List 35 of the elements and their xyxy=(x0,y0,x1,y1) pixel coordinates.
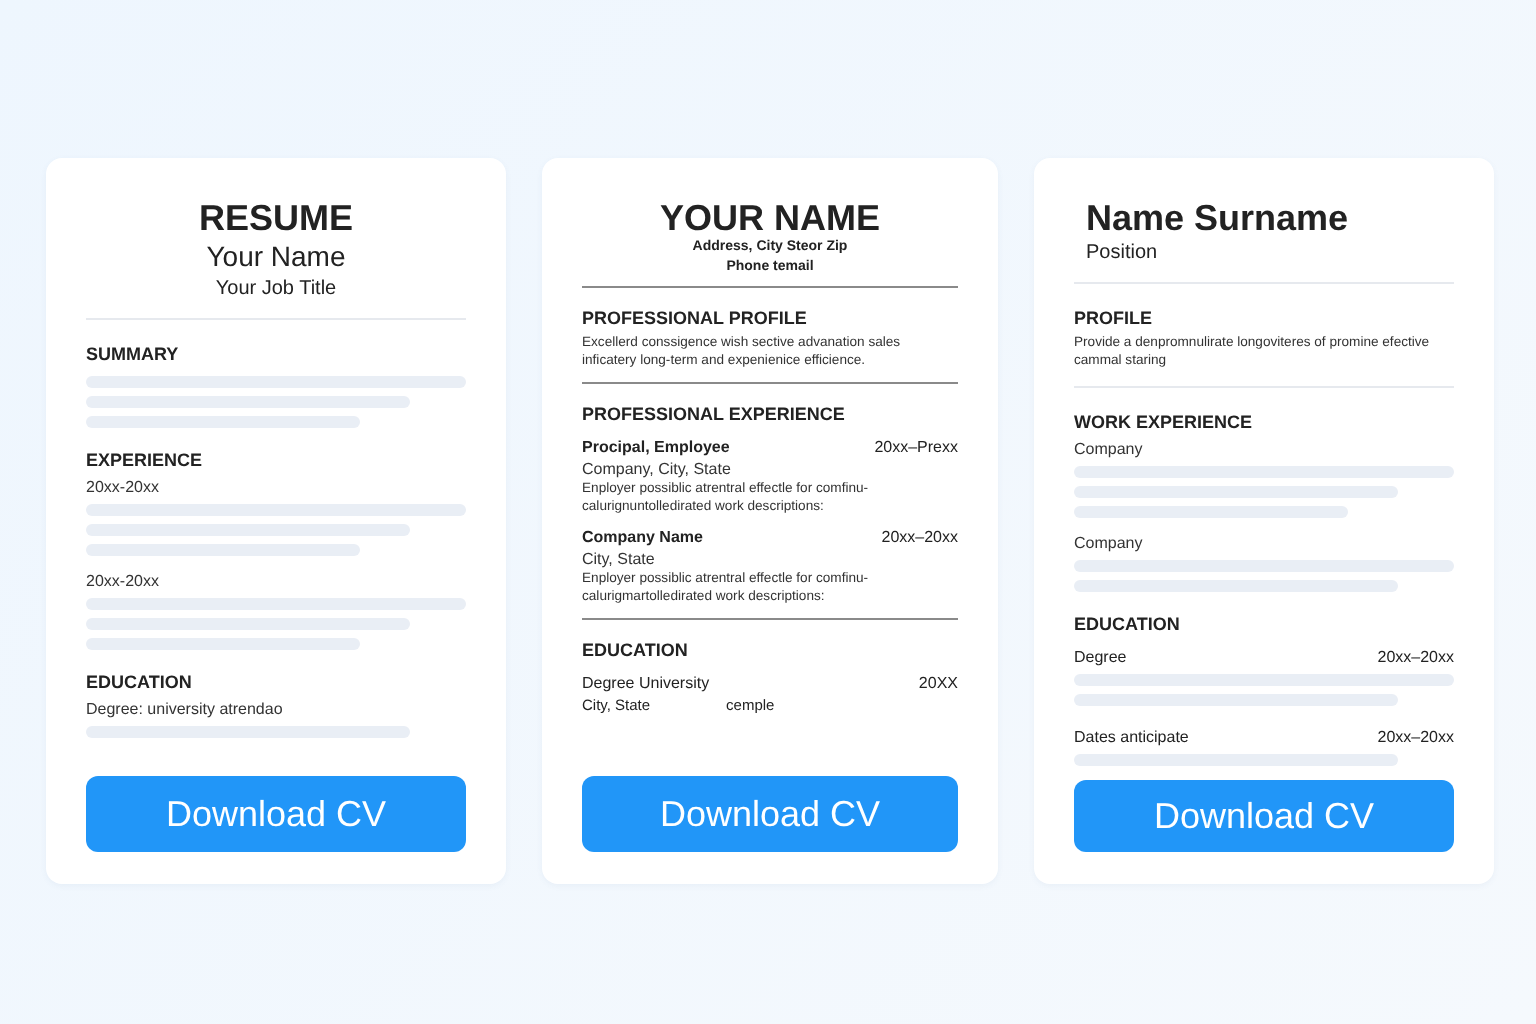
section-heading: EDUCATION xyxy=(582,638,690,662)
entry-title: Degree xyxy=(1074,646,1127,668)
entry-title: Procipal, Employee xyxy=(582,436,730,458)
entry-label: City, State xyxy=(582,548,657,570)
job-title: Position xyxy=(1084,240,1160,268)
download-button[interactable]: Download CV xyxy=(582,776,958,852)
resume-title: Name Surname xyxy=(1084,198,1351,238)
entry-date: 20xx–20xx xyxy=(1377,646,1454,668)
section-heading: WORK EXPERIENCE xyxy=(1074,410,1255,434)
section-heading: EDUCATION xyxy=(86,670,194,694)
section-heading: EDUCATION xyxy=(1074,612,1182,636)
download-button[interactable]: Download CV xyxy=(86,776,466,852)
section-heading: PROFESSIONAL EXPERIENCE xyxy=(582,402,847,426)
section-heading: PROFESSIONAL PROFILE xyxy=(582,306,809,330)
entry-label: Degree: university atrendao xyxy=(86,698,285,720)
entry-title: Dates anticipate xyxy=(1074,726,1189,748)
entry-label: Company xyxy=(1074,438,1145,460)
job-title: Your Job Title xyxy=(213,276,339,304)
entry-label: 20xx-20xx xyxy=(86,570,161,592)
resume-name: Your Name xyxy=(204,238,348,274)
entry-date: 20xx–20xx xyxy=(881,526,958,548)
entry-label: Company, City, State xyxy=(582,458,733,480)
entry-date: 20XX xyxy=(918,672,958,694)
download-button[interactable]: Download CV xyxy=(1074,780,1454,852)
resume-title: RESUME xyxy=(196,198,355,238)
entry-date: 20xx–Prexx xyxy=(874,436,958,458)
section-heading: SUMMARY xyxy=(86,342,181,366)
entry-label: Company xyxy=(1074,532,1145,554)
entry-title: Company Name xyxy=(582,526,703,548)
resume-title: YOUR NAME xyxy=(657,198,882,238)
entry-label: 20xx-20xx xyxy=(86,476,161,498)
section-heading: EXPERIENCE xyxy=(86,448,205,472)
entry-date: 20xx–20xx xyxy=(1377,726,1454,748)
section-heading: PROFILE xyxy=(1074,306,1155,330)
entry-title: Degree University xyxy=(582,672,710,694)
